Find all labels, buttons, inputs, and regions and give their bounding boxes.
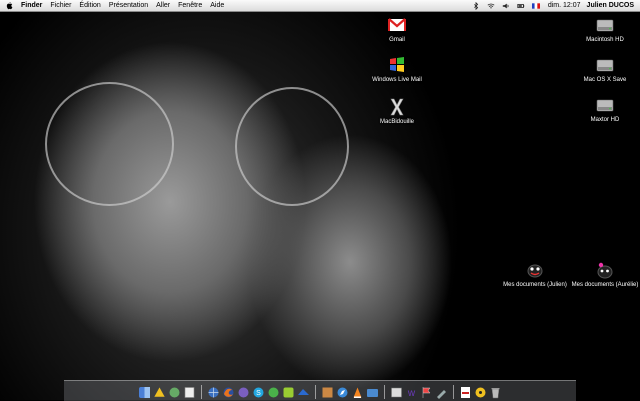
desktop-icon-macintosh-hd[interactable]: Macintosh HD: [570, 15, 640, 44]
preview-icon[interactable]: [183, 385, 196, 399]
gmail-icon: [387, 15, 407, 35]
hard-drive-icon: [595, 95, 615, 115]
network-icon[interactable]: [207, 385, 220, 399]
dock-separator: [384, 385, 385, 399]
menu-clock[interactable]: dim. 12:07: [544, 2, 585, 9]
warning-icon[interactable]: [474, 385, 487, 399]
menu-bar: Finder Fichier Édition Présentation Alle…: [0, 0, 640, 12]
desktop-icon-label: MacBidouille: [379, 119, 415, 125]
battery-icon[interactable]: [517, 1, 526, 10]
menu-fenetre[interactable]: Fenêtre: [174, 0, 206, 11]
finder-icon[interactable]: [138, 385, 151, 399]
chat-icon[interactable]: [267, 385, 280, 399]
folder-icon[interactable]: [366, 385, 379, 399]
vlc-like-icon[interactable]: [168, 385, 181, 399]
system-prefs-icon[interactable]: [153, 385, 166, 399]
airport-wifi-icon[interactable]: [487, 1, 496, 10]
maps-icon[interactable]: [321, 385, 334, 399]
hard-drive-icon: [595, 55, 615, 75]
utilities-icon[interactable]: [390, 385, 403, 399]
firefox-icon[interactable]: [222, 385, 235, 399]
photo-icon[interactable]: [297, 385, 310, 399]
volume-icon[interactable]: [502, 1, 511, 10]
french-flag-icon[interactable]: [532, 1, 541, 10]
ladybug-folder-icon: [525, 260, 545, 280]
desktop-icon-mac-os-x-save[interactable]: Mac OS X Save: [570, 55, 640, 84]
flower-ladybug-folder-icon: [595, 260, 615, 280]
tool-icon[interactable]: [435, 385, 448, 399]
wallpaper-glasses-left: [45, 82, 174, 206]
dock: S w: [64, 380, 576, 401]
desktop-icon-mes-documents-julien[interactable]: Mes documents (Julien): [500, 260, 570, 289]
dock-separator: [453, 385, 454, 399]
itunes-icon[interactable]: [237, 385, 250, 399]
mac-x-icon: [387, 97, 407, 117]
hard-drive-icon: [595, 15, 615, 35]
desktop-icon-macbidouille[interactable]: MacBidouille: [362, 97, 432, 126]
safari-icon[interactable]: [336, 385, 349, 399]
dock-separator: [201, 385, 202, 399]
menu-aller[interactable]: Aller: [152, 0, 174, 11]
desktop-icon-windows-live-mail[interactable]: Windows Live Mail: [362, 55, 432, 84]
desktop-icon-gmail[interactable]: Gmail: [362, 15, 432, 44]
menu-fichier[interactable]: Fichier: [46, 0, 75, 11]
desktop-icon-label: Macintosh HD: [586, 37, 624, 43]
menu-finder[interactable]: Finder: [17, 0, 46, 11]
desktop-icon-label: Mes documents (Julien): [503, 282, 567, 288]
app-icon[interactable]: [282, 385, 295, 399]
svg-text:w: w: [407, 388, 416, 399]
web-icon[interactable]: w: [405, 385, 418, 399]
desktop-icon-label: Maxtor HD: [590, 117, 620, 123]
menu-aide[interactable]: Aide: [206, 0, 228, 11]
menu-presentation[interactable]: Présentation: [105, 0, 152, 11]
desktop-icon-label: Windows Live Mail: [372, 77, 422, 83]
pdf-icon[interactable]: [459, 385, 472, 399]
desktop-icon-mes-documents-aurelie[interactable]: Mes documents (Aurélie): [570, 260, 640, 289]
skype-icon[interactable]: S: [252, 385, 265, 399]
menu-extras: dim. 12:07 Julien DUCOS: [469, 0, 640, 11]
svg-text:S: S: [256, 390, 261, 397]
wallpaper-glasses-right: [235, 87, 349, 206]
apple-menu-icon[interactable]: [5, 1, 13, 10]
trash-icon[interactable]: [489, 385, 502, 399]
menu-user-name[interactable]: Julien DUCOS: [585, 2, 640, 9]
bluetooth-icon[interactable]: [472, 1, 481, 10]
windows-live-mail-icon: [387, 55, 407, 75]
desktop-icon-label: Gmail: [389, 37, 405, 43]
vlc-icon[interactable]: [351, 385, 364, 399]
desktop-icon-label: Mac OS X Save: [583, 77, 627, 83]
desktop-wallpaper: [0, 12, 640, 400]
desktop-icon-label: Mes documents (Aurélie): [571, 282, 639, 288]
desktop-icon-maxtor-hd[interactable]: Maxtor HD: [570, 95, 640, 124]
menu-edition[interactable]: Édition: [75, 0, 104, 11]
dock-separator: [315, 385, 316, 399]
flag-icon[interactable]: [420, 385, 433, 399]
